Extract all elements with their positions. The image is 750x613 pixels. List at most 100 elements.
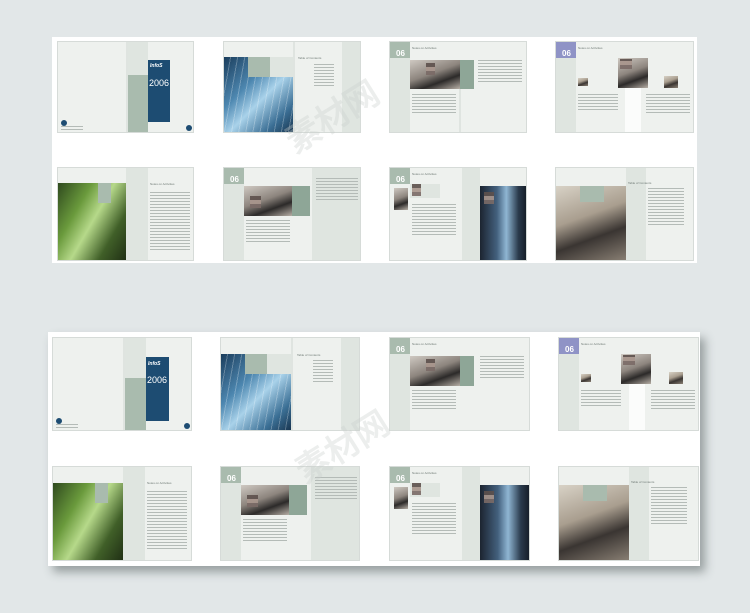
spread-section-b[interactable]: 06 Notes on Activities <box>558 337 699 431</box>
cover-year: 2006 <box>147 375 168 385</box>
right-pale-strip <box>462 467 480 560</box>
toc-pale-block <box>270 57 293 77</box>
section-body-left <box>412 390 456 411</box>
spread-fold <box>293 42 295 132</box>
cover-sage-panel <box>125 378 146 430</box>
intro-sage-block <box>95 483 108 503</box>
cover-year: 2006 <box>149 78 170 88</box>
intro-pale-block <box>123 467 145 560</box>
section-body-right <box>651 390 695 411</box>
blurred-face <box>426 63 435 75</box>
intro-pale-block <box>126 168 148 260</box>
right-pale-strip <box>462 168 480 260</box>
section-heading: Notes on Activities <box>412 172 437 176</box>
small-photo-right <box>669 372 683 384</box>
cover-dot-right <box>184 423 190 429</box>
section-side-strip <box>559 354 579 430</box>
spread-section-b[interactable]: 06 Notes on Activities <box>555 41 694 133</box>
intro-body <box>150 192 190 252</box>
section-number: 06 <box>565 345 574 354</box>
photo-side-block <box>292 186 310 216</box>
section-side-strip <box>221 483 241 560</box>
photo-side-block <box>460 356 474 386</box>
spread-toc[interactable]: Table of Contents <box>220 337 360 431</box>
section-body-left <box>412 503 456 536</box>
cover-pale-panel <box>128 42 148 75</box>
spread-index[interactable]: Table of Contents <box>558 466 699 561</box>
small-photo-left <box>581 374 591 382</box>
section-body-left <box>243 519 287 543</box>
spread-section-c[interactable]: 06 <box>223 167 361 261</box>
toc-list <box>314 64 334 88</box>
spread-cover[interactable]: InfoS 2006 <box>57 41 194 133</box>
cover-sage-panel <box>128 75 148 132</box>
spread-section-a[interactable]: 06 Notes on Activities <box>389 41 527 133</box>
section-number: 06 <box>230 175 239 184</box>
section-body-right <box>316 178 358 202</box>
section-body-left <box>246 220 290 244</box>
photo-side-block <box>289 485 307 515</box>
blurred-face <box>426 359 435 371</box>
meeting-photo <box>410 60 460 89</box>
toc-sage-block <box>245 354 267 374</box>
small-photo-left <box>578 78 588 86</box>
cover-dot-right <box>186 125 192 131</box>
spread-section-a[interactable]: 06 Notes on Activities <box>389 337 530 431</box>
section-number: 06 <box>396 175 405 184</box>
cover-caption <box>56 424 78 430</box>
section-body-right <box>315 477 357 501</box>
section-heading: Notes on Activities <box>581 342 606 346</box>
blurred-face <box>484 192 494 204</box>
section-heading: Notes on Activities <box>412 471 437 475</box>
section-body-left <box>412 204 456 237</box>
section-side-strip <box>390 58 410 132</box>
spread-cover[interactable]: InfoS 2006 <box>52 337 192 431</box>
section-body-right <box>480 356 524 380</box>
meeting-photo <box>410 356 460 386</box>
office-sage-block <box>583 485 607 501</box>
section-body-left <box>412 94 456 115</box>
spread-intro[interactable]: Notes on Activities <box>52 466 192 561</box>
section-body-right <box>478 60 522 84</box>
spread-toc[interactable]: Table of Contents <box>223 41 361 133</box>
blurred-face <box>620 59 632 69</box>
intro-heading: Notes on Activities <box>147 481 172 485</box>
blurred-face <box>412 184 421 196</box>
toc-sage-block <box>248 57 270 77</box>
spread-fold <box>459 89 461 132</box>
index-heading: Table of Contents <box>631 480 655 484</box>
section-heading: Notes on Activities <box>578 46 603 50</box>
toc-heading: Table of Contents <box>298 56 322 60</box>
toc-side-block <box>342 42 360 132</box>
section-side-strip <box>224 184 244 260</box>
small-portrait <box>394 487 408 509</box>
toc-list <box>313 360 333 384</box>
cover-brand: InfoS <box>150 63 163 69</box>
toc-heading: Table of Contents <box>297 353 321 357</box>
section-number: 06 <box>396 49 405 58</box>
section-heading: Notes on Activities <box>412 342 437 346</box>
section-body-left <box>581 390 621 408</box>
section-body-right <box>646 94 690 115</box>
spread-intro[interactable]: Notes on Activities <box>57 167 194 261</box>
blurred-face <box>412 483 421 495</box>
blurred-face <box>247 495 258 507</box>
section-number: 06 <box>396 474 405 483</box>
cover-brand: InfoS <box>148 361 161 367</box>
cover-caption <box>61 126 83 132</box>
spread-section-d[interactable]: 06 Notes on Activities <box>389 167 527 261</box>
cover-navy-panel <box>148 60 170 122</box>
section-number: 06 <box>562 49 571 58</box>
toc-pale-block <box>267 354 291 374</box>
photo-side-block <box>460 60 474 89</box>
blurred-face <box>484 491 494 503</box>
spread-section-d[interactable]: 06 Notes on Activities <box>389 466 530 561</box>
spread-section-c[interactable]: 06 <box>220 466 360 561</box>
spread-index[interactable]: Table of Contents <box>555 167 694 261</box>
index-heading: Table of Contents <box>628 181 652 185</box>
section-side-strip <box>390 354 410 430</box>
section-body-left <box>578 94 618 112</box>
intro-sage-block <box>98 183 111 203</box>
blurred-face <box>623 355 635 365</box>
intro-heading: Notes on Activities <box>150 182 175 186</box>
